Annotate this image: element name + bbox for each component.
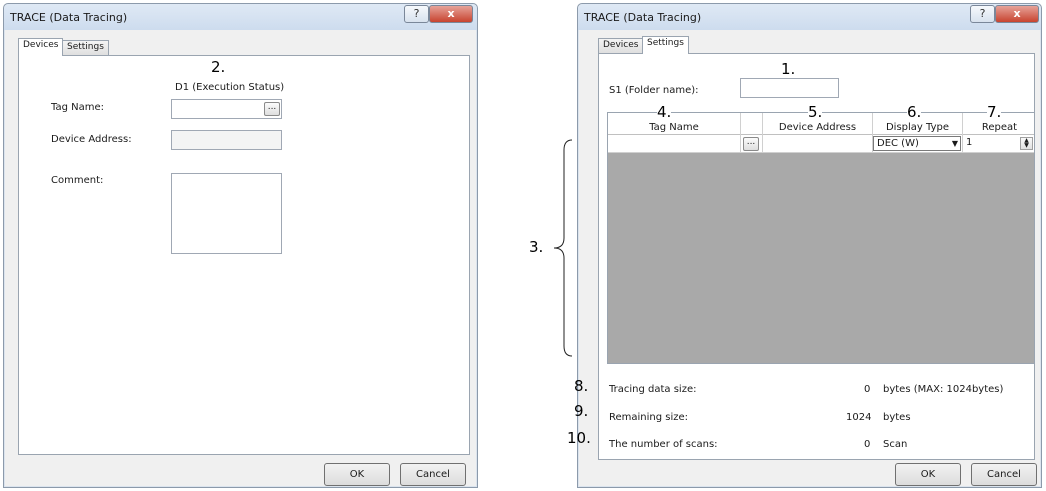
scan-count-unit: Scan	[883, 439, 908, 450]
col-tag-name: Tag Name	[608, 113, 741, 135]
tracing-size-label: Tracing data size:	[609, 384, 697, 395]
display-type-select[interactable]: DEC (W) ▼	[873, 136, 961, 151]
folder-name-label: S1 (Folder name):	[609, 85, 699, 96]
callout-4: 4.	[657, 103, 672, 121]
scan-count-label: The number of scans:	[609, 439, 718, 450]
row-browse-button[interactable]: ...	[743, 137, 759, 151]
right-tab-settings[interactable]: Settings	[642, 36, 689, 54]
display-type-value: DEC (W)	[877, 138, 919, 149]
tag-name-label: Tag Name:	[51, 102, 104, 113]
left-tab-settings[interactable]: Settings	[62, 40, 109, 55]
callout-7: 7.	[987, 103, 1002, 121]
cell-device-address[interactable]	[763, 135, 873, 153]
left-tab-devices[interactable]: Devices	[18, 38, 64, 56]
right-close-button[interactable]: x	[995, 5, 1039, 23]
cell-display-type: DEC (W) ▼	[873, 135, 963, 153]
tag-browse-button[interactable]: ...	[264, 102, 280, 116]
left-help-button[interactable]: ?	[404, 5, 429, 23]
cell-browse: ...	[741, 135, 763, 153]
callout-6: 6.	[907, 103, 922, 121]
right-title-bar: TRACE (Data Tracing) ? x	[578, 4, 1041, 30]
callout-5: 5.	[808, 103, 823, 121]
remaining-size-unit: bytes	[883, 412, 911, 423]
callout-9: 9.	[574, 402, 589, 420]
right-dialog-title: TRACE (Data Tracing)	[584, 11, 702, 24]
col-browse	[741, 113, 763, 135]
device-address-field	[171, 130, 282, 150]
left-tabstrip: Devices Settings	[18, 38, 218, 56]
right-tabstrip: Devices Settings	[598, 36, 798, 54]
left-cancel-button[interactable]: Cancel	[400, 463, 466, 486]
scan-count-value: 0	[864, 439, 871, 450]
remaining-size-value: 1024	[846, 412, 872, 423]
right-tab-devices[interactable]: Devices	[598, 38, 644, 53]
left-tab-panel: 2. D1 (Execution Status) Tag Name: ... D…	[18, 55, 470, 455]
trace-table: Tag Name Device Address Display Type Rep…	[607, 112, 1035, 364]
folder-name-field[interactable]	[740, 78, 839, 98]
brace-icon	[553, 139, 573, 357]
right-help-button[interactable]: ?	[970, 5, 995, 23]
table-row: ... DEC (W) ▼ 1 ▲ ▼	[608, 135, 1034, 153]
left-title-bar: TRACE (Data Tracing) ? x	[4, 4, 477, 30]
repeat-value: 1	[966, 137, 973, 148]
left-dialog-title: TRACE (Data Tracing)	[10, 11, 128, 24]
right-cancel-button[interactable]: Cancel	[971, 463, 1037, 486]
left-close-button[interactable]: x	[429, 5, 473, 23]
device-address-label: Device Address:	[51, 134, 132, 145]
callout-1: 1.	[781, 60, 796, 78]
tracing-size-value: 0	[864, 384, 871, 395]
callout-10: 10.	[567, 429, 591, 447]
left-ok-button[interactable]: OK	[324, 463, 390, 486]
right-ok-button[interactable]: OK	[895, 463, 961, 486]
cell-repeat: 1 ▲ ▼	[963, 135, 1034, 153]
right-tab-panel: 1. S1 (Folder name): Tag Name Device Add…	[598, 53, 1035, 460]
comment-label: Comment:	[51, 175, 104, 186]
remaining-size-label: Remaining size:	[609, 412, 689, 423]
callout-2: 2.	[211, 58, 226, 76]
section-heading: D1 (Execution Status)	[175, 82, 285, 93]
callout-8: 8.	[574, 377, 589, 395]
right-dialog: TRACE (Data Tracing) ? x Devices Setting…	[577, 3, 1042, 488]
cell-tag-name[interactable]	[608, 135, 741, 153]
chevron-down-icon: ▼	[951, 139, 958, 148]
tracing-size-unit: bytes (MAX: 1024bytes)	[883, 384, 1004, 395]
callout-3: 3.	[529, 238, 544, 256]
comment-field[interactable]	[171, 173, 282, 254]
repeat-spinner[interactable]: ▲ ▼	[1020, 137, 1033, 150]
tag-name-field[interactable]: ...	[171, 99, 282, 119]
left-dialog: TRACE (Data Tracing) ? x Devices Setting…	[3, 3, 478, 488]
